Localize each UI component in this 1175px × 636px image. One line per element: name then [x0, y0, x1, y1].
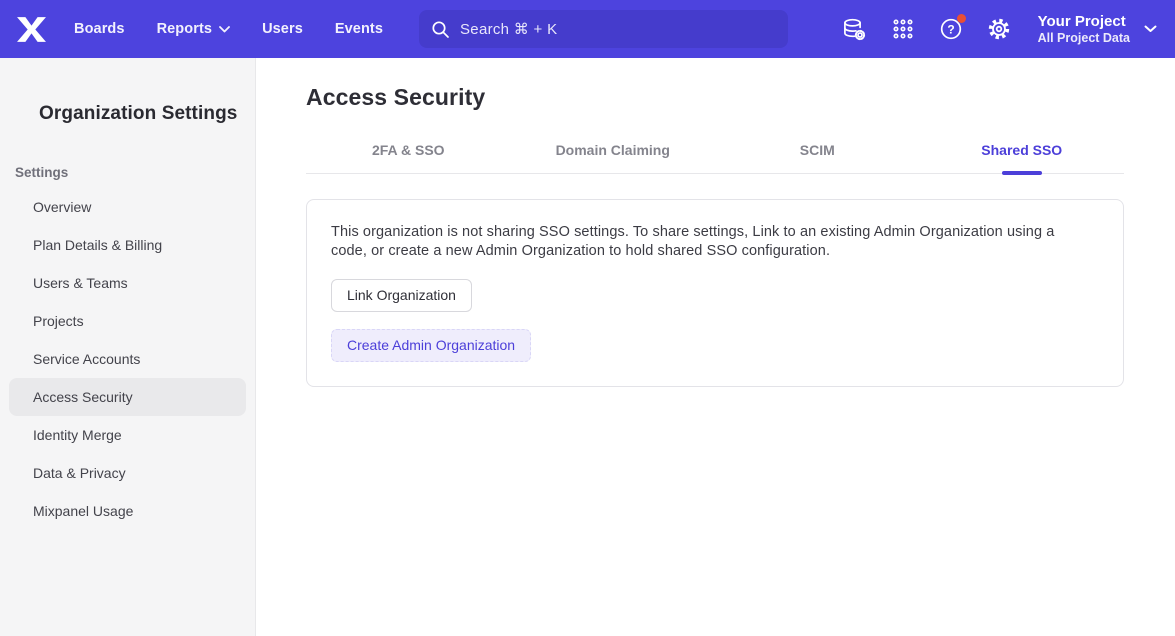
tab-scim[interactable]: SCIM: [715, 142, 920, 173]
main-nav: Boards Reports Users Events: [62, 13, 395, 45]
nav-reports-label: Reports: [157, 21, 213, 37]
svg-text:?: ?: [947, 22, 954, 36]
tab-shared-sso-label: Shared SSO: [981, 142, 1062, 158]
sidebar-item-access-security[interactable]: Access Security: [9, 378, 246, 416]
project-info: Your Project All Project Data: [1038, 13, 1130, 46]
sidebar-title: Organization Settings: [0, 58, 255, 125]
search-icon: [431, 20, 450, 39]
tab-shared-sso[interactable]: Shared SSO: [920, 142, 1125, 173]
settings-button[interactable]: [980, 10, 1018, 48]
sidebar-nav: Overview Plan Details & Billing Users & …: [0, 188, 255, 530]
sidebar-section-label: Settings: [0, 125, 255, 188]
nav-boards[interactable]: Boards: [62, 13, 137, 45]
create-admin-organization-button[interactable]: Create Admin Organization: [331, 329, 531, 362]
sidebar-item-projects[interactable]: Projects: [9, 302, 246, 340]
main-content: Access Security 2FA & SSO Domain Claimin…: [256, 58, 1175, 636]
sidebar-item-data-privacy[interactable]: Data & Privacy: [9, 454, 246, 492]
chevron-down-icon: [1144, 25, 1157, 33]
page-title: Access Security: [306, 84, 1124, 111]
help-button[interactable]: ?: [932, 10, 970, 48]
nav-reports[interactable]: Reports: [145, 13, 243, 45]
active-tab-indicator: [1002, 171, 1042, 175]
sidebar-item-mixpanel-usage[interactable]: Mixpanel Usage: [9, 492, 246, 530]
tab-2fa-sso[interactable]: 2FA & SSO: [306, 142, 511, 173]
apps-grid-button[interactable]: [884, 10, 922, 48]
mixpanel-logo-icon: [16, 17, 47, 42]
topbar: Boards Reports Users Events Search ⌘ + K: [0, 0, 1175, 58]
project-data-scope: All Project Data: [1038, 31, 1130, 46]
nav-events[interactable]: Events: [323, 13, 395, 45]
mixpanel-logo[interactable]: [0, 17, 62, 42]
search-placeholder: Search ⌘ + K: [460, 20, 557, 38]
project-selector[interactable]: Your Project All Project Data: [1028, 7, 1161, 52]
gear-icon: [987, 17, 1011, 41]
settings-sidebar: Organization Settings Settings Overview …: [0, 58, 256, 636]
search-input[interactable]: Search ⌘ + K: [419, 10, 788, 48]
topbar-actions: ? Your Project All Project Data: [836, 0, 1161, 58]
sidebar-item-users-teams[interactable]: Users & Teams: [9, 264, 246, 302]
link-organization-button[interactable]: Link Organization: [331, 279, 472, 312]
sidebar-item-identity-merge[interactable]: Identity Merge: [9, 416, 246, 454]
sidebar-item-service-accounts[interactable]: Service Accounts: [9, 340, 246, 378]
apps-grid-icon: [891, 17, 915, 41]
access-security-tabs: 2FA & SSO Domain Claiming SCIM Shared SS…: [306, 142, 1124, 174]
tab-domain-claiming[interactable]: Domain Claiming: [511, 142, 716, 173]
shared-sso-card: This organization is not sharing SSO set…: [306, 199, 1124, 387]
nav-users[interactable]: Users: [250, 13, 315, 45]
notification-dot: [957, 14, 966, 23]
sidebar-item-plan-details-billing[interactable]: Plan Details & Billing: [9, 226, 246, 264]
database-gear-icon: [842, 17, 867, 42]
shared-sso-description: This organization is not sharing SSO set…: [331, 223, 1093, 261]
project-name: Your Project: [1038, 13, 1130, 31]
data-management-button[interactable]: [836, 10, 874, 48]
chevron-down-icon: [219, 26, 230, 33]
sidebar-item-overview[interactable]: Overview: [9, 188, 246, 226]
